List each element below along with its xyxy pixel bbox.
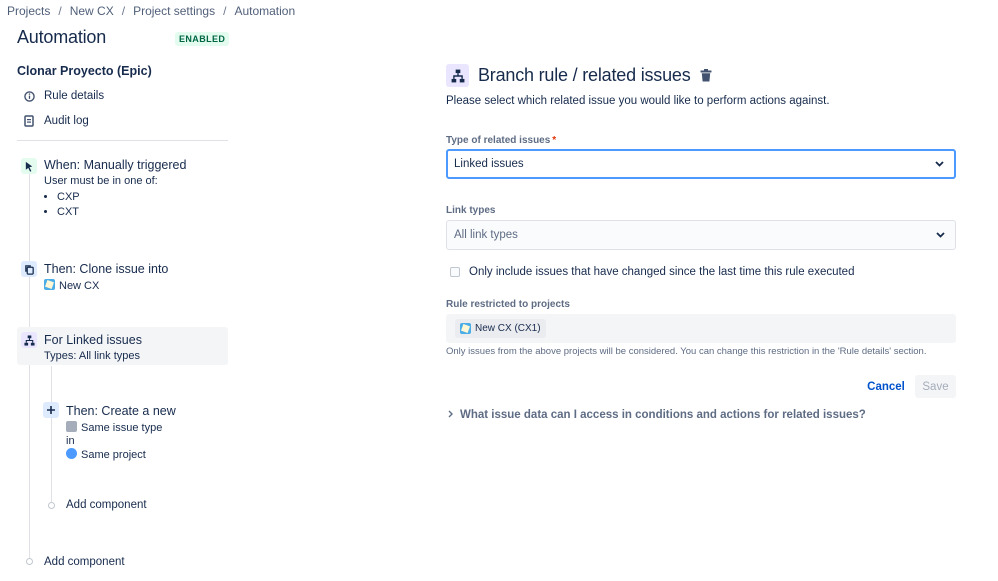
trigger-step[interactable]: When: Manually triggered User must be in… [44,158,186,221]
audit-log-link[interactable]: Audit log [23,115,89,127]
panel-description: Please select which related issue you wo… [446,95,830,107]
create-issue-type-label: Same issue type [81,422,163,434]
rule-details-link[interactable]: Rule details [23,90,104,102]
branch-rule-icon [446,64,469,87]
add-component-outer-button[interactable]: Add component [44,556,125,568]
trigger-step-subtitle: User must be in one of: [44,175,158,187]
breadcrumb-new-cx[interactable]: New CX [70,4,114,18]
breadcrumb: Projects / New CX / Project settings / A… [7,4,295,18]
branch-step-title: For Linked issues [44,333,142,347]
changed-only-label: Only include issues that have changed si… [469,266,855,278]
type-field-label: Type of related issues * [446,135,556,146]
create-step-project: Same project [66,448,176,461]
rule-details-label: Rule details [44,90,105,102]
link-types-label: Link types [446,205,496,216]
status-badge: ENABLED [175,32,230,46]
trash-icon[interactable] [700,69,713,83]
info-icon [23,90,35,102]
restricted-projects-label: Rule restricted to projects [446,299,570,310]
restricted-projects-box: New CX (CX1) [446,314,956,343]
trigger-icon [21,158,37,174]
create-project-label: Same project [81,449,146,461]
issue-data-expander[interactable]: What issue data can I access in conditio… [448,409,866,421]
restriction-help-text: Only issues from the above projects will… [446,346,927,357]
trigger-step-title: When: Manually triggered [44,158,187,172]
changed-only-checkbox[interactable] [450,267,460,277]
breadcrumb-separator: / [223,4,227,18]
create-step-title: Then: Create a new [66,404,176,418]
title-row: Automation ENABLED [17,27,230,48]
list-item: CXT [57,206,186,218]
branch-step-subtitle: Types: All link types [44,350,140,362]
add-component-dot [26,558,33,565]
sidebar-divider [17,140,228,141]
chevron-down-icon [936,229,945,241]
breadcrumb-projects[interactable]: Projects [7,4,50,18]
cancel-button[interactable]: Cancel [864,376,908,398]
add-component-inner-button[interactable]: Add component [66,499,147,511]
breadcrumb-automation[interactable]: Automation [234,4,295,18]
trigger-group-list: CXP CXT [44,191,186,218]
branch-timeline-line [51,366,52,502]
branch-icon [21,332,37,348]
related-issue-type-select[interactable]: Linked issues [446,149,956,179]
branch-step[interactable]: For Linked issues Types: All link types [44,333,142,362]
changed-only-row: Only include issues that have changed si… [450,266,854,278]
clone-project-name: New CX [59,280,100,292]
required-mark: * [552,135,557,146]
globe-icon [66,448,77,459]
related-issue-type-value: Linked issues [454,158,524,170]
restricted-project-name: New CX (CX1) [475,323,541,334]
chevron-down-icon [935,158,944,170]
clone-step-title: Then: Clone issue into [44,262,169,276]
page-title: Automation [17,27,107,47]
breadcrumb-separator: / [58,4,62,18]
type-field-label-text: Type of related issues [446,135,551,146]
panel-header: Branch rule / related issues [446,64,713,87]
list-item: CXP [57,191,186,203]
project-icon [44,279,55,290]
project-icon [460,323,471,334]
timeline-line [29,172,30,558]
breadcrumb-separator: / [121,4,126,18]
document-icon [23,115,35,127]
clone-icon [21,261,37,277]
rule-name: Clonar Proyecto (Epic) [17,64,152,78]
panel-title: Branch rule / related issues [478,65,691,85]
clone-step-project: New CX [44,279,168,292]
create-step-in: in [66,435,75,447]
link-types-select[interactable]: All link types [446,220,956,250]
save-button[interactable]: Save [915,375,956,398]
breadcrumb-project-settings[interactable]: Project settings [133,4,215,18]
link-types-placeholder: All link types [454,229,518,241]
create-step-issue-type: Same issue type [66,421,176,434]
chevron-right-icon [448,409,453,421]
audit-log-label: Audit log [44,115,89,127]
issue-data-expander-label: What issue data can I access in conditio… [460,409,866,421]
add-component-dot [48,502,55,509]
create-step[interactable]: Then: Create a new Same issue type in Sa… [66,404,176,461]
restricted-project-chip: New CX (CX1) [455,319,546,338]
clone-step[interactable]: Then: Clone issue into New CX [44,262,168,292]
issue-type-icon [66,421,77,432]
add-icon [43,402,59,418]
